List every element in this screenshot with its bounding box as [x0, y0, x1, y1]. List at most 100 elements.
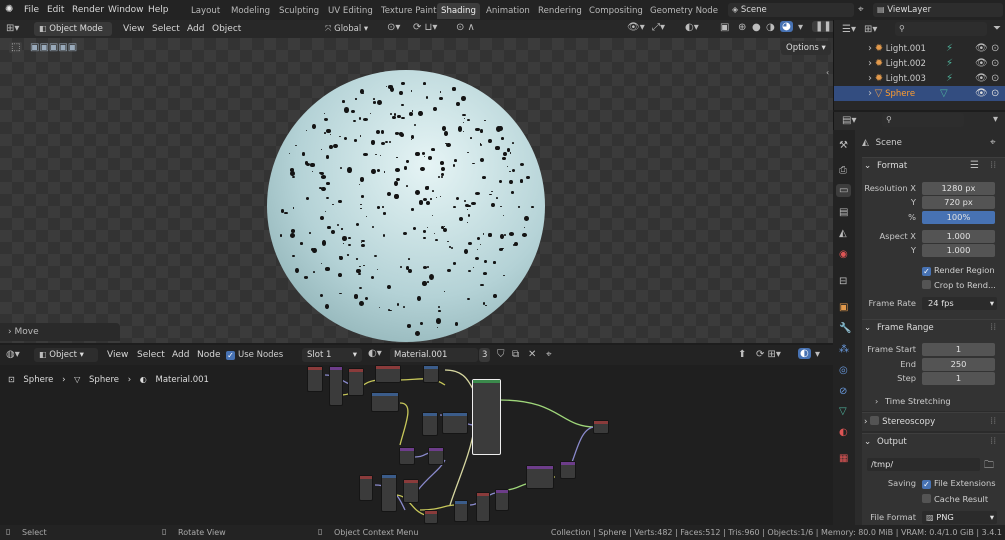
shader-node[interactable] [375, 365, 401, 383]
editor-type-icon[interactable]: ⊞▾ [6, 23, 19, 34]
select-mode-icons[interactable]: ▣▣▣▣▣ [30, 42, 77, 53]
xray-icon[interactable]: ▣ [720, 22, 729, 33]
shading-options-icon[interactable]: ▾ [798, 22, 803, 33]
world-tab-icon[interactable]: ◉ [839, 249, 848, 260]
shader-node[interactable] [403, 479, 419, 503]
render-region-checkbox[interactable]: ✓ Render Region [922, 264, 995, 276]
tab-texture-paint[interactable]: Texture Paint [377, 3, 440, 19]
scene-selector[interactable]: ◈ Scene [728, 3, 854, 17]
eye-icon[interactable]: 👁 [975, 41, 988, 56]
shader-node[interactable] [442, 412, 468, 434]
shader-node[interactable] [424, 510, 438, 524]
camera-icon[interactable]: ⊙ [991, 86, 999, 101]
aspect-x-field[interactable]: 1.000 [922, 230, 995, 243]
properties-options-icon[interactable]: ▾ [993, 114, 998, 125]
drag-handle-icon[interactable]: ⁞⁞ [990, 414, 996, 430]
shader-node[interactable] [399, 447, 415, 465]
physics-tab-icon[interactable]: ◎ [839, 365, 848, 376]
frame-step-field[interactable]: 1 [922, 372, 995, 385]
shader-node[interactable] [371, 392, 399, 412]
overlays-icon[interactable]: ◐▾ [685, 22, 699, 33]
drag-handle-icon[interactable]: ⁞⁞ [990, 320, 996, 336]
viewport-menu-select[interactable]: Select [152, 22, 180, 36]
viewport-menu-add[interactable]: Add [187, 22, 204, 36]
pin-icon[interactable]: ⌖ [858, 4, 864, 15]
visibility-icon[interactable]: 👁▾ [627, 22, 645, 33]
outliner-search-input[interactable]: ⚲ [895, 22, 987, 36]
object-tab-icon[interactable]: ▣ [839, 302, 848, 313]
material-tab-icon[interactable]: ◐ [839, 427, 848, 438]
view-layer-selector[interactable]: ▤ ViewLayer [873, 3, 1003, 17]
principled-bsdf-node[interactable] [472, 379, 501, 455]
snap-icon[interactable]: ⟳ ⊔▾ [413, 22, 437, 33]
crop-checkbox[interactable]: Crop to Rend... [922, 279, 996, 291]
material-users-count[interactable]: 3 [479, 348, 491, 362]
fake-user-shield-icon[interactable]: ⛉ [497, 349, 505, 360]
node-editor-type-icon[interactable]: ◍▾ [6, 349, 20, 360]
file-extensions-checkbox[interactable]: ✓ File Extensions [922, 477, 996, 489]
stereoscopy-header[interactable]: › Stereoscopy ⁞⁞ [864, 414, 1004, 430]
tool-tab-icon[interactable]: ⚒ [839, 140, 848, 151]
menu-help[interactable]: Help [148, 3, 169, 17]
shader-node[interactable] [423, 365, 439, 383]
eye-icon[interactable]: 👁 [975, 56, 988, 71]
object-mode-dropdown[interactable]: ◧ Object Mode ▾ [34, 22, 112, 48]
shader-node[interactable] [560, 461, 576, 479]
transform-orientation[interactable]: ⤧ Global ▾ [325, 22, 368, 36]
output-tab-icon[interactable]: ▭ [836, 184, 852, 197]
tab-uv-editing[interactable]: UV Editing [324, 3, 377, 19]
viewport-menu-object[interactable]: Object [212, 22, 241, 36]
view-layer-tab-icon[interactable]: ▤ [839, 207, 848, 218]
node-snap-icon[interactable]: ⟳ ⊞▾ [756, 349, 781, 360]
resolution-y-field[interactable]: 720 px [922, 196, 995, 209]
camera-icon[interactable]: ⊙ [991, 71, 999, 86]
properties-type-icon[interactable]: ▤▾ [842, 115, 856, 126]
eye-icon[interactable]: 👁 [975, 86, 988, 101]
options-dropdown[interactable]: Options ▾ [781, 41, 831, 55]
render-tab-icon[interactable]: ⎙ [839, 165, 847, 176]
outliner-row[interactable]: › ✹ Light.002 ⚡ 👁 ⊙ [834, 56, 1005, 71]
shader-node[interactable] [526, 465, 554, 489]
output-path-field[interactable]: /tmp/ [867, 458, 980, 471]
resolution-percent-field[interactable]: 100% [922, 211, 995, 224]
shading-wireframe-icon[interactable]: ⊕ [738, 22, 746, 33]
pause-icon[interactable]: ❚❚ [812, 21, 835, 32]
camera-icon[interactable]: ⊙ [991, 56, 999, 71]
drag-handle-icon[interactable]: ⁞⁞ [990, 158, 996, 174]
scene-tab-icon[interactable]: ◭ [839, 228, 847, 239]
presets-icon[interactable]: ☰ [970, 158, 979, 174]
node-overlays-dropdown-icon[interactable]: ▾ [815, 349, 820, 360]
unlink-material-icon[interactable]: ✕ [528, 349, 536, 360]
duplicate-material-icon[interactable]: ⧉ [512, 349, 519, 360]
node-menu-select[interactable]: Select [137, 348, 165, 362]
shader-node[interactable] [495, 489, 509, 511]
material-browse-icon[interactable]: ◐▾ [368, 348, 382, 359]
shader-node[interactable] [348, 368, 364, 396]
properties-search-input[interactable]: ⚲ [882, 113, 964, 127]
material-name-field[interactable]: Material.001 [390, 348, 478, 362]
3d-viewport[interactable]: › Move [0, 38, 833, 343]
collection-tab-icon[interactable]: ⊟ [839, 276, 847, 287]
menu-window[interactable]: Window [108, 3, 144, 17]
sphere-object[interactable] [267, 70, 545, 342]
shader-node[interactable] [428, 447, 444, 465]
node-menu-node[interactable]: Node [197, 348, 221, 362]
node-editor-canvas[interactable]: ⊡ Sphere › ▽ Sphere › ◐ Material.001 [0, 365, 833, 525]
time-stretching-subpanel[interactable]: › Time Stretching [875, 395, 951, 408]
shader-type-dropdown[interactable]: ◧ Object ▾ [34, 348, 98, 362]
outliner-type-icon[interactable]: ☰▾ [842, 24, 856, 35]
menu-edit[interactable]: Edit [47, 3, 64, 17]
tab-animation[interactable]: Animation [482, 3, 534, 19]
tab-geometry-nodes[interactable]: Geometry Node [646, 3, 722, 19]
parent-node-tree-icon[interactable]: ⬆ [738, 349, 746, 360]
outliner-row[interactable]: › ✹ Light.001 ⚡ 👁 ⊙ [834, 41, 1005, 56]
aspect-y-field[interactable]: 1.000 [922, 244, 995, 257]
tab-sculpting[interactable]: Sculpting [275, 3, 323, 19]
pin-node-tree-icon[interactable]: ⌖ [546, 349, 552, 360]
tab-rendering[interactable]: Rendering [534, 3, 586, 19]
sidebar-toggle-icon[interactable]: ‹ [826, 68, 829, 77]
node-menu-add[interactable]: Add [172, 348, 189, 362]
shading-material-icon[interactable]: ◑ [766, 22, 775, 33]
pivot-icon[interactable]: ⊙▾ [387, 22, 400, 33]
data-tab-icon[interactable]: ▽ [839, 406, 847, 417]
